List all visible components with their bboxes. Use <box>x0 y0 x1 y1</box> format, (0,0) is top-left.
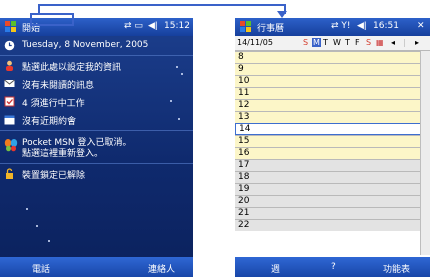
hour-slot[interactable]: 16 <box>235 147 421 159</box>
row-text: 4 須進行中工作 <box>22 99 85 109</box>
sparkle <box>170 100 172 102</box>
vertical-scrollbar[interactable] <box>420 51 430 255</box>
title-bar: 行事曆 ⇄ Y! ◀ǀ 16:51 ✕ <box>235 18 430 36</box>
sparkle <box>26 208 28 210</box>
softkey-contacts[interactable]: 連絡人 <box>148 262 175 275</box>
hour-slot[interactable]: 10 <box>235 75 421 87</box>
sparkle <box>178 118 180 120</box>
divider-bar: | <box>403 38 406 47</box>
hour-label: 9 <box>238 64 244 74</box>
clock-time[interactable]: 16:51 <box>373 21 399 31</box>
softkey-week[interactable]: 週 <box>271 262 280 275</box>
hour-label: 19 <box>238 184 250 194</box>
calendar-today-icon[interactable]: ▦ <box>376 38 384 47</box>
softkey-input-panel[interactable]: ? <box>331 262 336 272</box>
hour-slot[interactable]: 20 <box>235 195 421 207</box>
device-lock-row[interactable]: 裝置鎖定已解除 <box>0 165 193 183</box>
calendar-icon <box>4 115 15 125</box>
hour-slot[interactable]: 21 <box>235 207 421 219</box>
connectivity-icon[interactable]: ⇄ ▭ <box>124 21 143 31</box>
hour-slot[interactable]: 22 <box>235 219 421 231</box>
title-bar: 開始 ⇄ ▭ ◀ǀ 15:12 <box>0 18 193 36</box>
sparkle <box>176 66 178 68</box>
weekday-sat[interactable]: S <box>366 38 371 47</box>
date-header: 14/11/05 S M T W T F S ▦ ◂ | ▸ <box>235 36 430 51</box>
divider <box>0 130 193 131</box>
connector-arrow <box>277 11 287 18</box>
hour-slot[interactable]: 17 <box>235 159 421 171</box>
hour-label: 16 <box>238 148 250 158</box>
windows-flag-icon[interactable] <box>4 20 18 34</box>
row-text: 裝置鎖定已解除 <box>22 171 86 181</box>
next-arrow-icon[interactable]: ▸ <box>415 38 419 47</box>
divider <box>0 163 193 164</box>
row-text-secondary: 點選這裡重新登入。 <box>22 149 104 159</box>
hour-slot[interactable]: 8 <box>235 51 421 63</box>
signal-icon[interactable]: ⇄ Y! <box>331 21 351 31</box>
volume-icon[interactable]: ◀ǀ <box>148 21 158 31</box>
hour-label: 22 <box>238 220 250 230</box>
clock-icon <box>4 40 15 51</box>
today-date-row[interactable]: Tuesday, 8 November, 2005 <box>0 37 193 55</box>
today-screen: 開始 ⇄ ▭ ◀ǀ 15:12 Tuesday, 8 November, 200… <box>0 18 193 277</box>
tasks-row[interactable]: 4 須進行中工作 <box>0 93 193 111</box>
hour-label: 21 <box>238 208 250 218</box>
hour-label: 10 <box>238 76 250 86</box>
lock-icon <box>6 168 13 179</box>
weekday-sun[interactable]: S <box>303 38 308 47</box>
sparkle <box>36 225 38 227</box>
weekday-fri[interactable]: F <box>355 38 360 47</box>
connector-line <box>38 4 286 14</box>
task-icon <box>4 96 15 107</box>
hour-slot[interactable]: 11 <box>235 87 421 99</box>
envelope-icon <box>4 79 15 87</box>
weekday-wed[interactable]: W <box>333 38 341 47</box>
row-text: Tuesday, 8 November, 2005 <box>22 40 149 50</box>
msn-row[interactable]: Pocket MSN 登入已取消。 點選這裡重新登入。 <box>0 133 193 161</box>
hour-label: 11 <box>238 88 250 98</box>
hour-slot-selected[interactable]: 14 <box>235 123 421 135</box>
sparkle <box>48 240 50 242</box>
owner-info-row[interactable]: 點選此處以設定我的資訊 <box>0 57 193 75</box>
clock-time[interactable]: 15:12 <box>164 21 190 31</box>
row-text: 點選此處以設定我的資訊 <box>22 63 122 73</box>
softkey-bar: 電話 連絡人 <box>0 257 193 277</box>
hour-label: 13 <box>238 112 250 122</box>
softkey-phone[interactable]: 電話 <box>32 262 50 275</box>
close-icon[interactable]: ✕ <box>417 21 425 31</box>
appointments-row[interactable]: 沒有近期約會 <box>0 111 193 129</box>
weekday-mon-selected[interactable]: M <box>312 38 321 47</box>
prev-arrow-icon[interactable]: ◂ <box>391 38 395 47</box>
hour-label: 12 <box>238 100 250 110</box>
weekday-thu[interactable]: T <box>345 38 350 47</box>
app-title[interactable]: 行事曆 <box>257 21 284 34</box>
hour-slot[interactable]: 18 <box>235 171 421 183</box>
hour-label: 15 <box>238 136 250 146</box>
start-highlight-box <box>30 13 74 26</box>
windows-flag-icon[interactable] <box>239 20 253 34</box>
hour-label: 8 <box>238 52 244 62</box>
hour-slot[interactable]: 13 <box>235 111 421 123</box>
softkey-menu[interactable]: 功能表 <box>383 262 410 275</box>
calendar-screen: 行事曆 ⇄ Y! ◀ǀ 16:51 ✕ 14/11/05 S M T W T F… <box>235 18 430 277</box>
softkey-bar: 週 ? 功能表 <box>235 257 430 277</box>
person-icon <box>6 60 13 71</box>
messages-row[interactable]: 沒有未閱讀的訊息 <box>0 75 193 93</box>
hour-slot[interactable]: 15 <box>235 135 421 147</box>
row-text: 沒有未閱讀的訊息 <box>22 81 95 91</box>
hour-label: 17 <box>238 160 250 170</box>
volume-icon[interactable]: ◀ǀ <box>357 21 367 31</box>
hour-slot[interactable]: 19 <box>235 183 421 195</box>
hour-label: 18 <box>238 172 250 182</box>
weekday-tue[interactable]: T <box>323 38 328 47</box>
sparkle <box>181 73 183 75</box>
hour-slot[interactable]: 12 <box>235 99 421 111</box>
current-date[interactable]: 14/11/05 <box>237 38 273 47</box>
msn-butterfly-icon <box>4 139 18 152</box>
hour-slot[interactable]: 9 <box>235 63 421 75</box>
divider <box>0 55 193 56</box>
row-text: 沒有近期約會 <box>22 117 77 127</box>
hour-label: 20 <box>238 196 250 206</box>
hour-label: 14 <box>239 124 251 134</box>
